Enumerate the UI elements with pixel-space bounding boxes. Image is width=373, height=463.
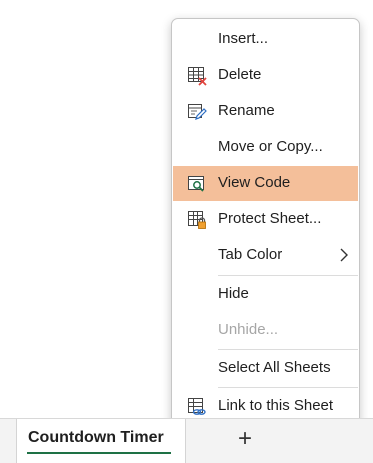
menu-item-label: Delete [218, 66, 262, 83]
menu-item-insert[interactable]: Insert... [173, 22, 358, 57]
active-tab-underline [27, 452, 171, 454]
menu-separator [218, 275, 358, 276]
rename-icon [187, 102, 207, 122]
menu-item-label: Select All Sheets [218, 359, 331, 376]
menu-item-label: Insert... [218, 30, 269, 47]
menu-item-protect-sheet[interactable]: Protect Sheet... [173, 202, 358, 237]
menu-item-label: Protect Sheet... [218, 210, 322, 227]
menu-item-label: View Code [218, 174, 291, 191]
sheet-context-menu: Insert... Delete Rename Move or Copy... … [171, 18, 360, 426]
menu-item-unhide: Unhide... [173, 313, 358, 348]
menu-item-label: Move or Copy... [218, 138, 323, 155]
menu-item-label: Link to this Sheet [218, 397, 334, 414]
protect-sheet-icon [187, 210, 207, 230]
menu-item-label: Tab Color [218, 246, 283, 263]
menu-item-rename[interactable]: Rename [173, 94, 358, 129]
menu-item-delete[interactable]: Delete [173, 58, 358, 93]
delete-sheet-icon [187, 66, 207, 86]
add-sheet-button[interactable]: + [231, 425, 259, 453]
menu-item-tab-color[interactable]: Tab Color [173, 238, 358, 273]
sheet-tab-label: Countdown Timer [28, 429, 164, 446]
menu-item-view-code[interactable]: View Code [173, 166, 358, 201]
chevron-right-icon [339, 247, 349, 263]
link-icon [187, 397, 207, 417]
sheet-tab-bar: Countdown Timer + [0, 418, 373, 463]
menu-separator [218, 387, 358, 388]
view-code-icon [187, 174, 207, 194]
menu-item-select-all-sheets[interactable]: Select All Sheets [173, 351, 358, 386]
sheet-tab-countdown-timer[interactable]: Countdown Timer [16, 419, 186, 463]
menu-item-label: Hide [218, 285, 249, 302]
menu-item-hide[interactable]: Hide [173, 277, 358, 312]
menu-item-label: Rename [218, 102, 275, 119]
menu-separator [218, 349, 358, 350]
menu-item-move-copy[interactable]: Move or Copy... [173, 130, 358, 165]
menu-item-label: Unhide... [218, 321, 279, 338]
